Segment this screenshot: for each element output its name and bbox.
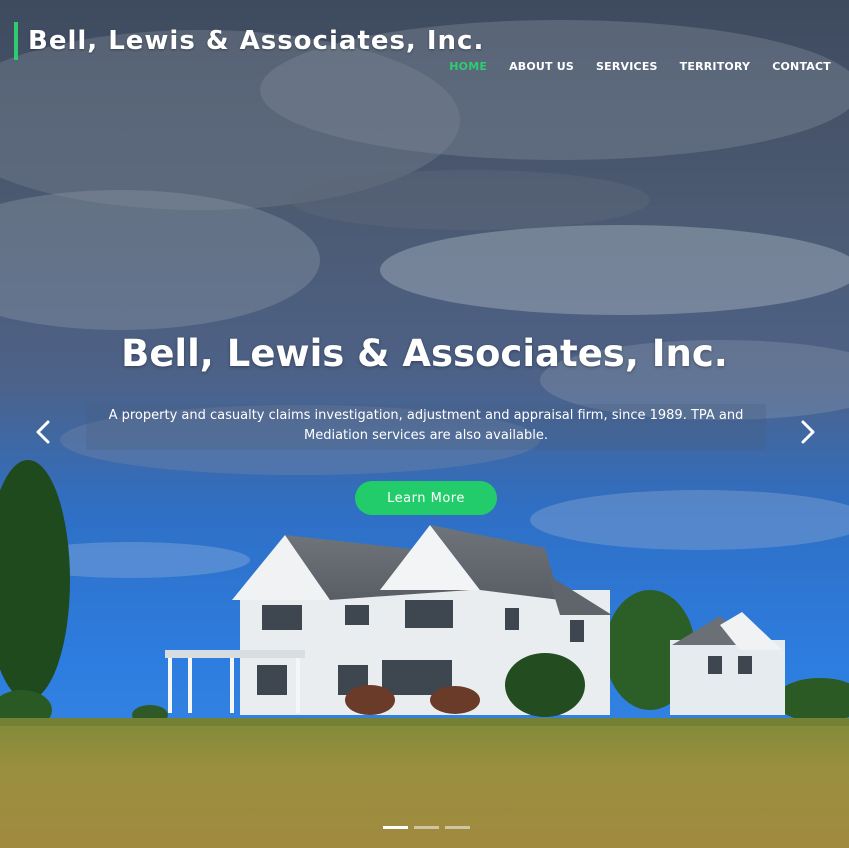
carousel-indicator-3[interactable] <box>445 826 470 829</box>
site-logo[interactable]: Bell, Lewis & Associates, Inc. <box>14 22 484 60</box>
nav-about-us[interactable]: ABOUT US <box>509 60 574 73</box>
nav-services[interactable]: SERVICES <box>596 60 658 73</box>
hero-title: Bell, Lewis & Associates, Inc. <box>121 332 728 375</box>
carousel-indicators <box>383 826 470 829</box>
hero-carousel: Bell, Lewis & Associates, Inc. HOME ABOU… <box>0 0 849 848</box>
chevron-left-icon <box>36 420 50 444</box>
carousel-next-button[interactable] <box>793 415 823 449</box>
carousel-prev-button[interactable] <box>28 415 58 449</box>
main-nav: HOME ABOUT US SERVICES TERRITORY CONTACT <box>449 60 831 73</box>
nav-territory[interactable]: TERRITORY <box>680 60 751 73</box>
nav-home[interactable]: HOME <box>449 60 487 73</box>
learn-more-button[interactable]: Learn More <box>355 481 497 515</box>
site-title[interactable]: Bell, Lewis & Associates, Inc. <box>28 26 484 56</box>
chevron-right-icon <box>801 420 815 444</box>
carousel-indicator-1[interactable] <box>383 826 408 829</box>
nav-contact[interactable]: CONTACT <box>772 60 831 73</box>
hero-subtitle: A property and casualty claims investiga… <box>86 404 766 450</box>
carousel-indicator-2[interactable] <box>414 826 439 829</box>
